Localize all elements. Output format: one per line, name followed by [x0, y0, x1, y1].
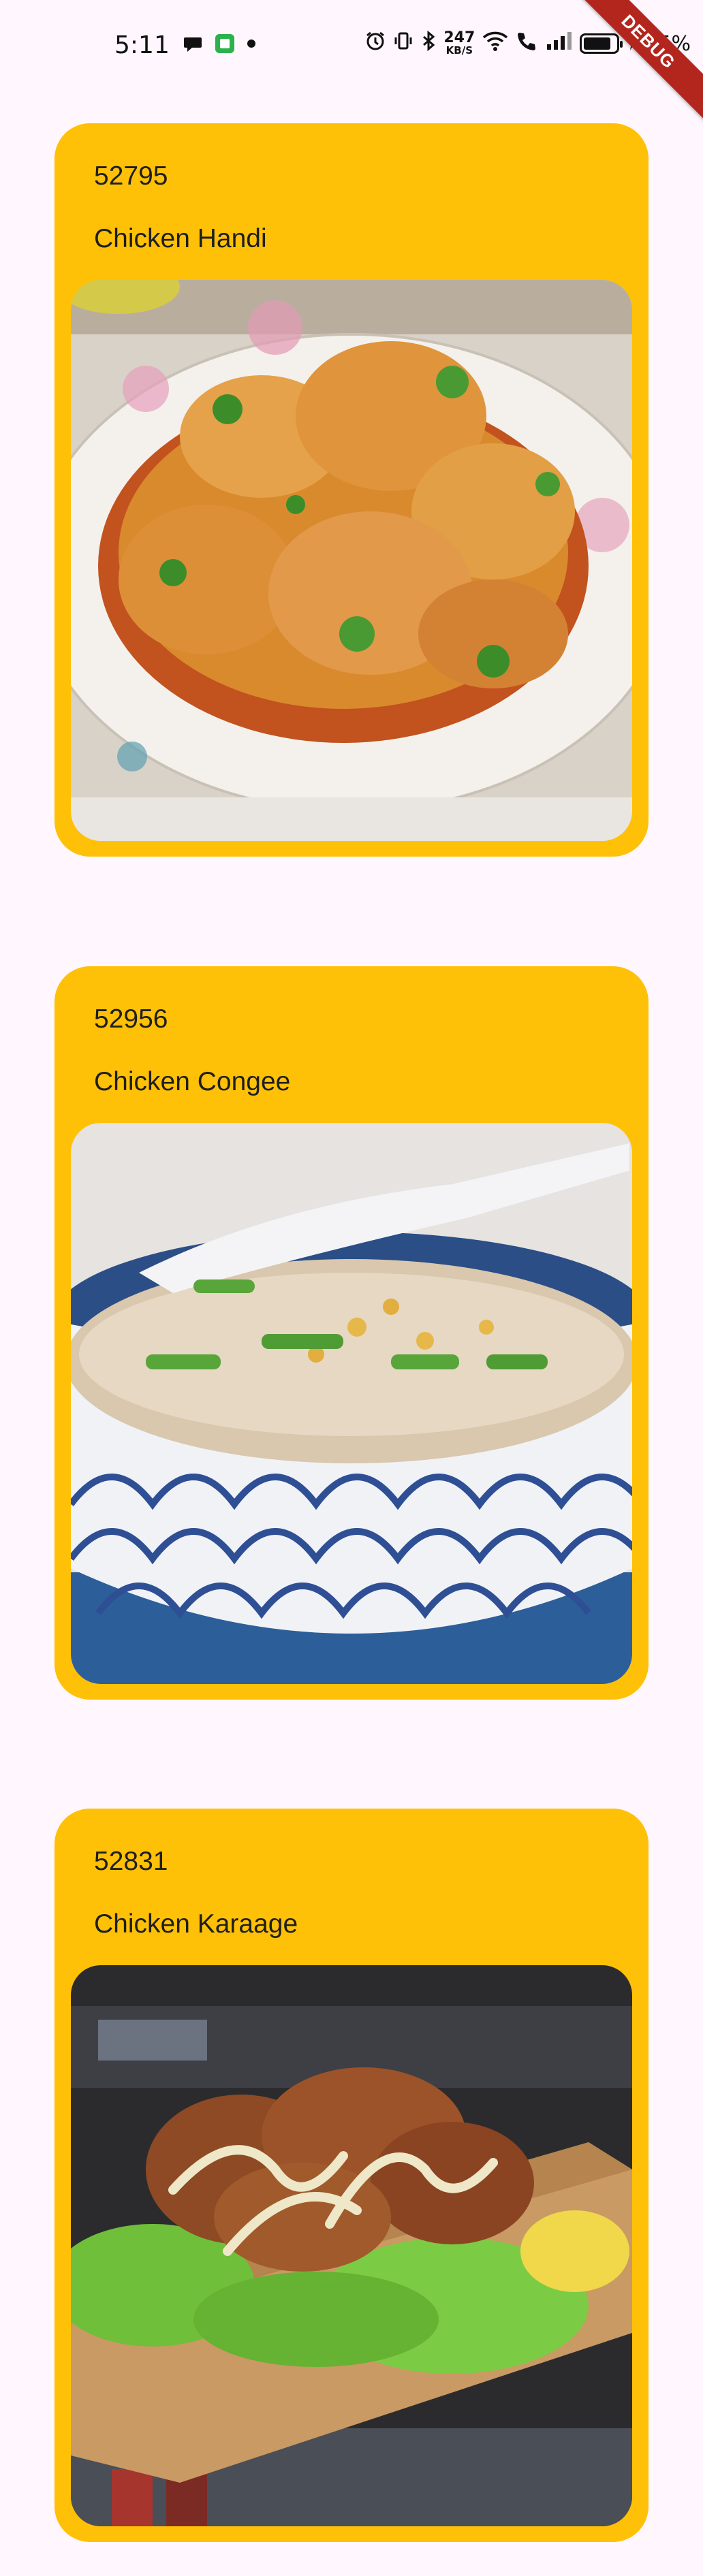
meal-card[interactable]: 52795 Chicken Handi: [54, 123, 649, 857]
status-time: 5:11: [114, 31, 170, 59]
meal-id: 52831: [94, 1847, 168, 1876]
signal-icon: [546, 31, 573, 57]
wifi-icon: [482, 30, 509, 57]
alarm-icon: [364, 30, 386, 57]
notification-icons: [183, 33, 256, 58]
meal-image: [71, 1123, 632, 1684]
net-speed-value: 247: [443, 29, 475, 47]
wifi-call-icon: [516, 30, 539, 57]
dot-icon: [247, 39, 256, 52]
meal-id: 52795: [94, 161, 168, 191]
battery-icon: [580, 33, 623, 54]
bluetooth-icon: [420, 30, 437, 57]
meal-id: 52956: [94, 1004, 168, 1034]
meal-name: Chicken Congee: [94, 1067, 291, 1096]
meal-image: [71, 280, 632, 841]
meal-card[interactable]: 52831 Chicken Karaage: [54, 1809, 649, 2542]
net-speed-unit: KB/S: [446, 44, 473, 57]
meal-card[interactable]: 52956 Chicken Congee: [54, 966, 649, 1700]
status-bar: 5:11 247 KB/S: [0, 0, 703, 95]
meal-name: Chicken Karaage: [94, 1909, 298, 1939]
chat-bubble-icon: [183, 33, 203, 57]
app-notification-icon: [214, 33, 236, 58]
meal-image: [71, 1965, 632, 2526]
meal-name: Chicken Handi: [94, 224, 267, 253]
vibrate-icon: [393, 31, 413, 57]
net-speed: 247 KB/S: [443, 29, 475, 57]
battery-level: [584, 37, 611, 50]
